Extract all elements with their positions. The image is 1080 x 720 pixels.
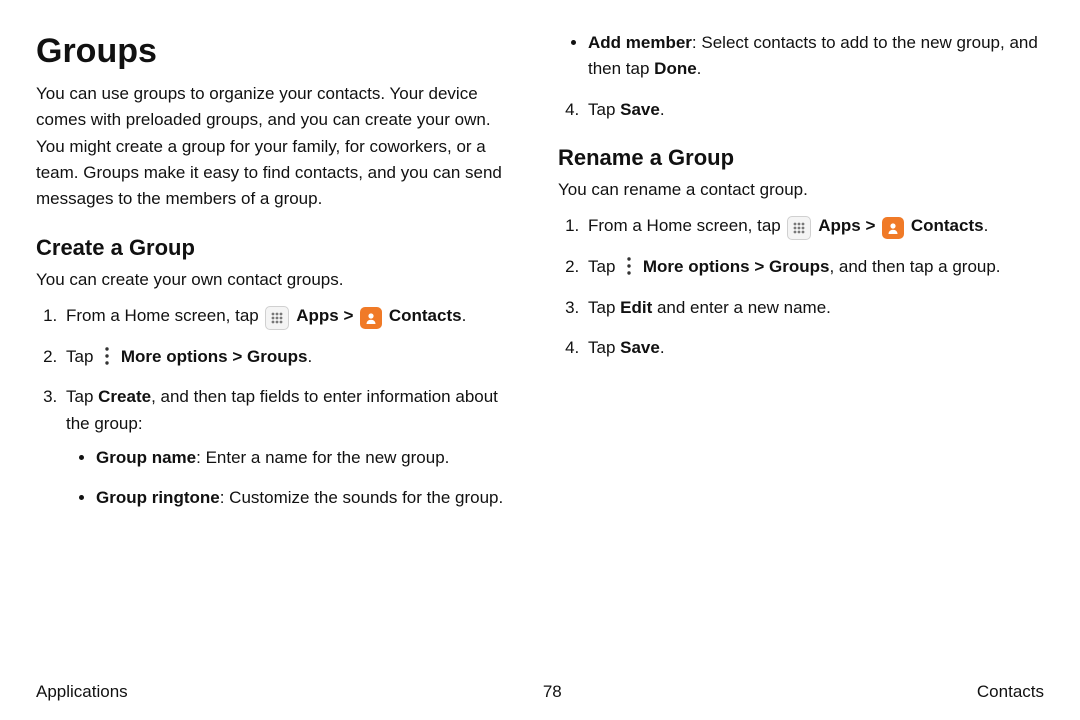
text: From a Home screen, tap: [66, 306, 263, 325]
create-bullets-continued: Add member: Select contacts to add to th…: [558, 30, 1044, 83]
left-column: Groups You can use groups to organize yo…: [36, 24, 522, 664]
footer-page-number: 78: [543, 682, 562, 702]
rename-steps: From a Home screen, tap Apps > Contacts.: [558, 213, 1044, 361]
intro-paragraph: You can use groups to organize your cont…: [36, 81, 522, 213]
text: : Customize the sounds for the group.: [220, 488, 504, 507]
more-options-label: More options: [121, 347, 228, 366]
create-label: Create: [98, 387, 151, 406]
create-steps: From a Home screen, tap Apps > Contacts.: [36, 303, 522, 512]
bullet-add-member: Add member: Select contacts to add to th…: [588, 30, 1044, 83]
label: Group name: [96, 448, 196, 467]
edit-label: Edit: [620, 298, 652, 317]
content-columns: Groups You can use groups to organize yo…: [36, 24, 1044, 664]
apps-label: Apps: [818, 216, 861, 235]
apps-icon: [787, 216, 811, 240]
text: Tap: [66, 387, 98, 406]
contacts-label: Contacts: [911, 216, 984, 235]
chevron-right-icon: >: [754, 257, 764, 276]
footer-right: Contacts: [977, 682, 1044, 702]
groups-label: Groups: [247, 347, 307, 366]
create-step-2: Tap More options > Groups.: [62, 344, 522, 370]
rename-step-3: Tap Edit and enter a new name.: [584, 295, 1044, 321]
save-label: Save: [620, 338, 660, 357]
groups-label: Groups: [769, 257, 829, 276]
page: Groups You can use groups to organize yo…: [0, 0, 1080, 720]
text: .: [984, 216, 989, 235]
rename-step-1: From a Home screen, tap Apps > Contacts.: [584, 213, 1044, 240]
create-heading: Create a Group: [36, 235, 522, 261]
apps-icon: [265, 306, 289, 330]
more-options-icon: [100, 345, 114, 367]
right-column: Add member: Select contacts to add to th…: [558, 24, 1044, 664]
create-step-4: Tap Save.: [584, 97, 1044, 123]
contacts-icon: [882, 217, 904, 239]
label: Add member: [588, 33, 692, 52]
rename-step-4: Tap Save.: [584, 335, 1044, 361]
text: From a Home screen, tap: [588, 216, 785, 235]
more-options-label: More options: [643, 257, 750, 276]
apps-label: Apps: [296, 306, 339, 325]
text: Tap: [588, 100, 620, 119]
rename-heading: Rename a Group: [558, 145, 1044, 171]
contacts-label: Contacts: [389, 306, 462, 325]
rename-step-2: Tap More options > Groups, and then tap …: [584, 254, 1044, 280]
chevron-right-icon: >: [232, 347, 242, 366]
text: .: [462, 306, 467, 325]
save-label: Save: [620, 100, 660, 119]
create-bullets: Group name: Enter a name for the new gro…: [66, 445, 522, 512]
text: .: [697, 59, 702, 78]
contacts-icon: [360, 307, 382, 329]
page-footer: Applications 78 Contacts: [36, 664, 1044, 702]
text: : Enter a name for the new group.: [196, 448, 449, 467]
rename-desc: You can rename a contact group.: [558, 177, 1044, 203]
chevron-right-icon: >: [865, 216, 875, 235]
text: and enter a new name.: [652, 298, 831, 317]
create-desc: You can create your own contact groups.: [36, 267, 522, 293]
more-options-icon: [622, 255, 636, 277]
text: Tap: [588, 338, 620, 357]
create-step-1: From a Home screen, tap Apps > Contacts.: [62, 303, 522, 330]
text: .: [307, 347, 312, 366]
footer-left: Applications: [36, 682, 128, 702]
bullet-group-ringtone: Group ringtone: Customize the sounds for…: [96, 485, 522, 511]
text: .: [660, 338, 665, 357]
text: , and then tap a group.: [829, 257, 1000, 276]
bullet-group-name: Group name: Enter a name for the new gro…: [96, 445, 522, 471]
page-title: Groups: [36, 32, 522, 71]
text: Tap: [66, 347, 98, 366]
text: .: [660, 100, 665, 119]
done-label: Done: [654, 59, 697, 78]
label: Group ringtone: [96, 488, 220, 507]
chevron-right-icon: >: [343, 306, 353, 325]
create-step-3: Tap Create, and then tap fields to enter…: [62, 384, 522, 511]
create-steps-continued: Tap Save.: [558, 97, 1044, 123]
text: Tap: [588, 298, 620, 317]
text: Tap: [588, 257, 620, 276]
